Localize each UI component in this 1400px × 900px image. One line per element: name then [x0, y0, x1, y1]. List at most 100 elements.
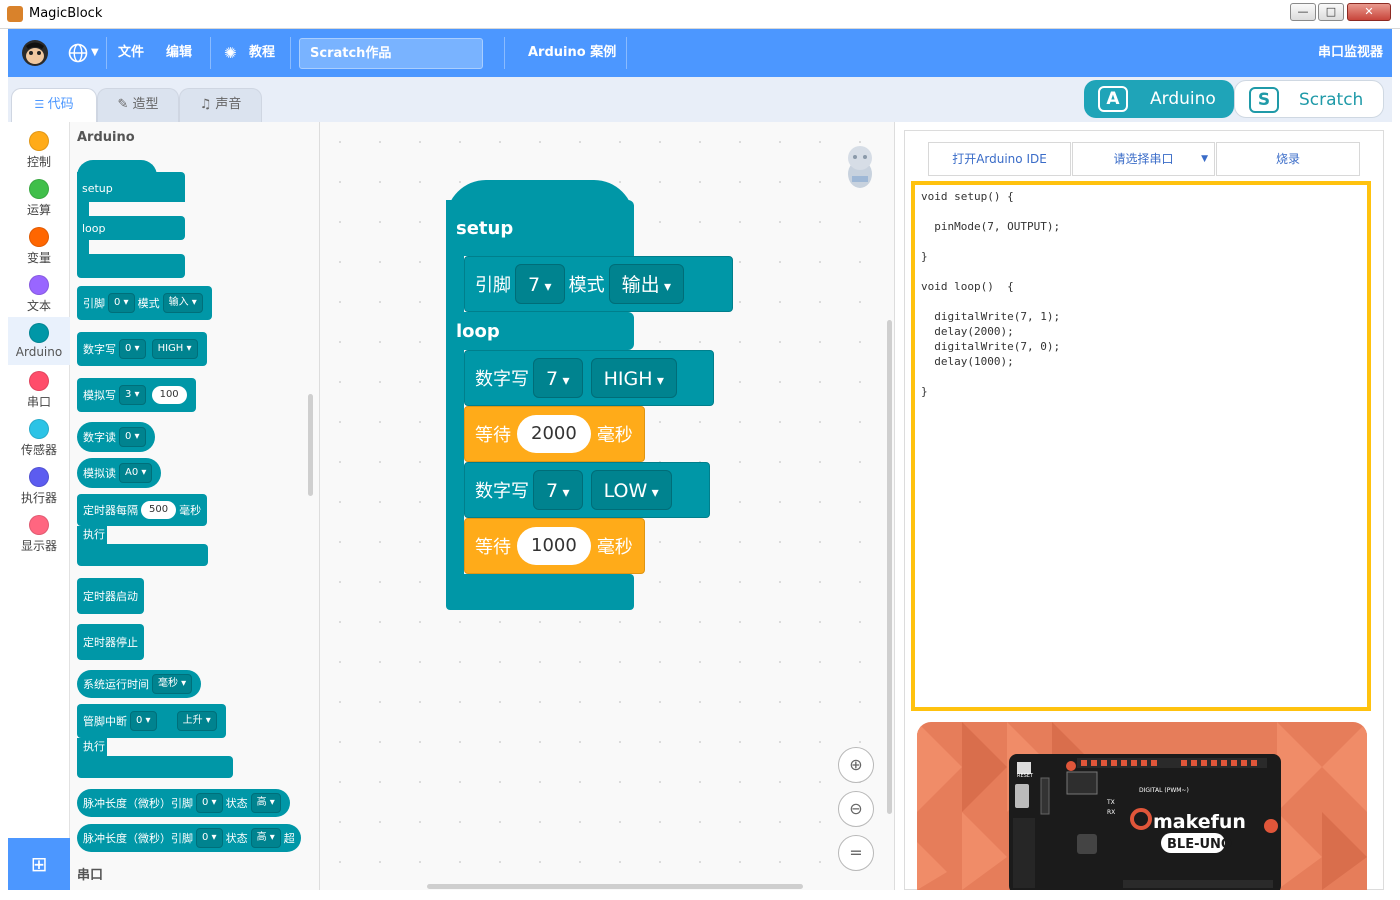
timer-stop-block[interactable]: 定时器停止 [77, 624, 144, 660]
timer-start-block[interactable]: 定时器启动 [77, 578, 144, 614]
category-displays[interactable]: 显示器 [8, 509, 70, 557]
digital-write-block[interactable]: 数字写0HIGH [77, 332, 207, 366]
pin-dropdown[interactable]: 7 [515, 264, 565, 304]
pin-mode-block[interactable]: 引脚7模式输出 [464, 256, 733, 312]
pin-dropdown[interactable]: 7 [533, 470, 583, 510]
mode-dropdown[interactable]: 输出 [608, 264, 685, 304]
open-arduino-ide-button[interactable]: 打开Arduino IDE [928, 142, 1071, 176]
tab-label: 声音 [215, 97, 242, 112]
unit-dropdown[interactable]: 毫秒 [152, 674, 193, 694]
category-text[interactable]: 文本 [8, 269, 70, 317]
block-label: 脉冲长度（微秒）引脚 [83, 832, 193, 845]
category-control[interactable]: 控制 [8, 125, 70, 173]
block-label: 数字读 [83, 431, 116, 444]
zoom-in-button[interactable]: ⊕ [838, 747, 874, 783]
runtime-block[interactable]: 系统运行时间 毫秒 [77, 670, 202, 698]
value-input[interactable]: 100 [151, 386, 187, 404]
wait-input[interactable]: 1000 [517, 527, 591, 565]
pin-dropdown[interactable]: 0 [119, 339, 146, 359]
pin-dropdown[interactable]: 0 [196, 793, 223, 813]
category-serial[interactable]: 串口 [8, 365, 70, 413]
analog-write-block[interactable]: 模拟写3 100 [77, 378, 196, 412]
setup-loop-block[interactable]: setup loop [77, 160, 185, 280]
block-label: 模拟写 [83, 389, 116, 402]
zoom-reset-icon: = [849, 843, 863, 862]
pin-interrupt-block[interactable]: 管脚中断0 上升 执行 [77, 704, 233, 778]
scratch-mode-icon: S [1249, 87, 1279, 113]
canvas-horizontal-scrollbar[interactable] [427, 884, 803, 889]
state-dropdown[interactable]: 高 [250, 828, 281, 848]
menu-arduino-examples[interactable]: Arduino 案例 [528, 29, 616, 77]
menu-serial-monitor[interactable]: 串口监视器 [1318, 29, 1383, 77]
tab-label: 代码 [47, 97, 74, 112]
tab-costume[interactable]: ✎ 造型 [97, 88, 179, 122]
speaker-icon: ♫ [199, 97, 216, 112]
category-actuators[interactable]: 执行器 [8, 461, 70, 509]
pin-mode-block[interactable]: 引脚0模式输入 [77, 286, 212, 320]
upload-button[interactable]: 烧录 [1216, 142, 1360, 176]
close-button[interactable]: ✕ [1347, 3, 1391, 21]
generated-code-editor[interactable]: void setup() { pinMode(7, OUTPUT); } voi… [911, 181, 1371, 711]
pin-dropdown[interactable]: 0 [108, 293, 135, 313]
script-canvas[interactable]: setup 引脚7模式输出 loop 数字写7HIGH 等待2000毫秒 数字写… [320, 122, 895, 890]
wait-block[interactable]: 等待 1000 毫秒 [464, 518, 645, 574]
level-dropdown[interactable]: HIGH [151, 339, 198, 359]
digital-write-block[interactable]: 数字写7HIGH [464, 350, 714, 406]
canvas-vertical-scrollbar[interactable] [887, 320, 892, 814]
zoom-out-button[interactable]: ⊖ [838, 791, 874, 827]
palette-scrollbar[interactable] [308, 394, 313, 496]
menu-file[interactable]: 文件 [118, 29, 144, 77]
edge-dropdown[interactable]: 上升 [176, 711, 217, 731]
pulse-length-block[interactable]: 脉冲长度（微秒）引脚0状态高 [77, 789, 290, 817]
zoom-reset-button[interactable]: = [838, 835, 874, 871]
pin-dropdown[interactable]: 7 [533, 358, 583, 398]
digital-write-block[interactable]: 数字写7LOW [464, 462, 710, 518]
level-dropdown[interactable]: HIGH [590, 358, 677, 398]
tab-code[interactable]: ☰ 代码 [11, 88, 97, 123]
scratch-mode-button[interactable]: S Scratch [1234, 80, 1384, 118]
interval-input[interactable]: 500 [141, 501, 177, 519]
minimize-button[interactable]: — [1290, 3, 1316, 21]
add-extension-button[interactable]: ⊞ [8, 838, 70, 890]
state-dropdown[interactable]: 高 [250, 793, 281, 813]
block-label: 定时器启动 [83, 590, 138, 603]
wait-block[interactable]: 等待 2000 毫秒 [464, 406, 645, 462]
setup-block[interactable]: setup [446, 200, 634, 256]
digital-read-block[interactable]: 数字读 0 [77, 422, 155, 452]
category-variables[interactable]: 变量 [8, 221, 70, 269]
app-icon [7, 6, 23, 22]
block-label: 脉冲长度（微秒）引脚 [83, 797, 193, 810]
serial-port-select[interactable]: 请选择串口 ▼ [1072, 142, 1215, 176]
category-arduino[interactable]: Arduino [8, 317, 70, 365]
pin-dropdown[interactable]: 0 [196, 828, 223, 848]
globe-icon[interactable] [68, 43, 88, 63]
category-dot [29, 275, 49, 295]
maximize-button[interactable]: □ [1318, 3, 1344, 21]
block-label: 状态 [225, 832, 248, 845]
level-dropdown[interactable]: LOW [590, 470, 672, 510]
scratch-project-field[interactable]: Scratch作品 [299, 38, 483, 69]
menu-edit[interactable]: 编辑 [166, 29, 192, 77]
chevron-down-icon[interactable]: ▼ [91, 29, 99, 77]
loop-block[interactable]: loop [446, 312, 634, 350]
pin-dropdown[interactable]: 0 [130, 711, 157, 731]
block-label: 模拟读 [83, 467, 116, 480]
block-label: 模式 [137, 297, 160, 310]
arduino-mode-button[interactable]: A Arduino [1084, 80, 1234, 118]
category-sensors[interactable]: 传感器 [8, 413, 70, 461]
category-menu: 控制 运算 变量 文本 Arduino 串口 传感器 执行器 显示器 [8, 122, 70, 838]
tab-sound[interactable]: ♫ 声音 [179, 88, 262, 122]
loop-label: loop [456, 320, 500, 342]
category-operators[interactable]: 运算 [8, 173, 70, 221]
block-label: 数字写 [475, 481, 529, 502]
loop-bottom [446, 574, 634, 610]
analog-read-block[interactable]: 模拟读 A0 [77, 458, 162, 488]
pin-dropdown[interactable]: 3 [119, 385, 146, 405]
menu-tutorial[interactable]: 教程 [249, 29, 275, 77]
timer-every-block[interactable]: 定时器每隔 500 毫秒 执行 [77, 494, 208, 566]
wait-input[interactable]: 2000 [517, 415, 591, 453]
pin-dropdown[interactable]: 0 [119, 427, 146, 447]
pulse-length-timeout-block[interactable]: 脉冲长度（微秒）引脚0状态高超 [77, 824, 301, 852]
pin-dropdown[interactable]: A0 [119, 463, 153, 483]
mode-dropdown[interactable]: 输入 [162, 293, 203, 313]
